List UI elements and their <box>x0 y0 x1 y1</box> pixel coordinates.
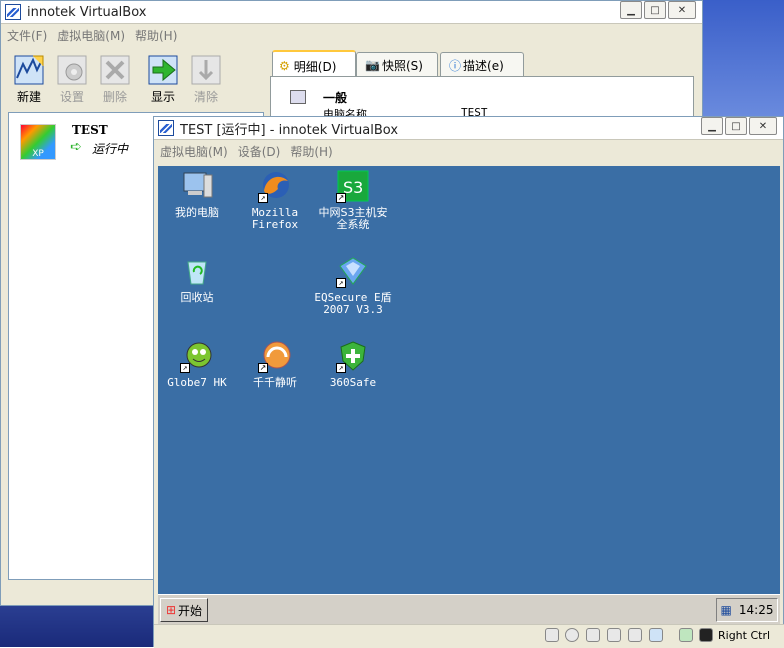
gear-icon: ⚙ <box>279 59 290 73</box>
desktop-icon-s3-security[interactable]: S3 ↗ 中网S3主机安 全系统 <box>313 169 393 231</box>
desktop-icon-firefox[interactable]: ↗ Mozilla Firefox <box>235 169 315 231</box>
toolbar-settings-button[interactable]: 设置 <box>52 54 92 105</box>
settings-gear-icon <box>56 54 88 86</box>
shortcut-arrow-icon: ↗ <box>180 363 190 373</box>
desktop-icon-label: 回收站 <box>180 291 214 304</box>
360safe-icon: ↗ <box>336 339 370 373</box>
toolbar-discard-button[interactable]: 清除 <box>186 54 226 105</box>
delete-icon <box>99 54 131 86</box>
info-bubble-icon: ⓘ <box>449 58 462 73</box>
desktop-icon-360safe[interactable]: ↗ 360Safe <box>313 339 393 389</box>
main-window-title: innotek VirtualBox <box>27 4 147 20</box>
toolbar-delete-button[interactable]: 删除 <box>95 54 135 105</box>
menu-help[interactable]: 帮助(H) <box>135 27 177 44</box>
os-badge-text: XP <box>32 149 44 159</box>
desktop-icon-label: 中网S3主机安 全系统 <box>318 206 388 231</box>
toolbar-show-button[interactable]: 显示 <box>143 54 183 105</box>
floppy-status-icon[interactable] <box>586 628 600 642</box>
start-button[interactable]: ⊞ 开始 <box>160 598 208 622</box>
desktop-icon-label: 360Safe <box>329 376 377 389</box>
toolbar-new-label: 新建 <box>16 90 41 104</box>
tab-description[interactable]: ⓘ 描述(e) <box>440 52 524 77</box>
tray-clock: 14:25 <box>738 603 774 617</box>
ttplayer-icon: ↗ <box>258 339 292 373</box>
discard-icon <box>190 54 222 86</box>
running-arrow-icon: ➪ <box>70 139 82 155</box>
windows-logo-icon: ⊞ <box>165 603 177 617</box>
host-key-arrow-icon[interactable] <box>699 628 713 642</box>
shortcut-arrow-icon: ↗ <box>336 363 346 373</box>
tab-snapshots-label: 快照(S) <box>381 58 423 73</box>
shortcut-arrow-icon: ↗ <box>258 193 268 203</box>
desktop-icon-globe7[interactable]: ↗ Globe7 HK <box>157 339 237 389</box>
toolbar-new-button[interactable]: 新建 <box>9 54 49 105</box>
menu-file[interactable]: 文件(F) <box>7 27 47 44</box>
toolbar-show-label: 显示 <box>150 90 175 104</box>
main-titlebar[interactable]: innotek VirtualBox ▁ □ ✕ <box>1 1 702 24</box>
maximize-button[interactable]: □ <box>644 1 666 19</box>
tab-description-label: 描述(e) <box>463 58 504 73</box>
usb-status-icon[interactable] <box>628 628 642 642</box>
guest-menubar: 虚拟电脑(M) 设备(D) 帮助(H) <box>154 140 783 162</box>
guest-titlebar[interactable]: TEST [运行中] - innotek VirtualBox ▁ □ ✕ <box>154 117 783 140</box>
shortcut-arrow-icon: ↗ <box>336 278 346 288</box>
eqsecure-icon: ↗ <box>336 254 370 288</box>
windows-xp-os-icon: XP <box>20 124 56 160</box>
desktop-icon-label: 千千静听 <box>253 376 297 389</box>
tab-details-label: 明细(D) <box>293 59 337 74</box>
desktop-icon-ttplayer[interactable]: ↗ 千千静听 <box>235 339 315 389</box>
guest-minimize-button[interactable]: ▁ <box>701 117 723 135</box>
mouse-integration-icon[interactable] <box>679 628 693 642</box>
firefox-icon: ↗ <box>258 169 292 203</box>
guest-close-button[interactable]: ✕ <box>749 117 777 135</box>
desktop-icon-label: 我的电脑 <box>175 206 219 219</box>
minimize-button[interactable]: ▁ <box>620 1 642 19</box>
show-arrow-icon <box>147 54 179 86</box>
shortcut-arrow-icon: ↗ <box>336 193 346 203</box>
svg-text:S3: S3 <box>343 178 363 197</box>
toolbar-delete-label: 删除 <box>102 90 127 104</box>
s3-security-icon: S3 ↗ <box>336 169 370 203</box>
recycle-bin-icon <box>180 254 214 288</box>
close-button[interactable]: ✕ <box>668 1 696 19</box>
computer-section-icon <box>290 90 306 104</box>
tab-snapshots[interactable]: 📷 快照(S) <box>356 52 438 77</box>
guest-maximize-button[interactable]: □ <box>725 117 747 135</box>
virtualbox-app-icon <box>158 120 174 136</box>
menu-vm[interactable]: 虚拟电脑(M) <box>57 27 125 44</box>
guest-window-title: TEST [运行中] - innotek VirtualBox <box>180 122 399 138</box>
desktop-icon-my-computer[interactable]: 我的电脑 <box>157 169 237 219</box>
desktop-icon-label: Globe7 HK <box>167 376 227 389</box>
harddisk-status-icon[interactable] <box>545 628 559 642</box>
desktop-icon-recycle-bin[interactable]: 回收站 <box>157 254 237 304</box>
guest-menu-devices[interactable]: 设备(D) <box>238 143 281 160</box>
my-computer-icon <box>180 169 214 203</box>
main-menubar: 文件(F) 虚拟电脑(M) 帮助(H) <box>1 24 702 46</box>
guest-taskbar <box>158 594 780 625</box>
new-vm-icon <box>13 54 45 86</box>
cdrom-status-icon[interactable] <box>565 628 579 642</box>
vm-list-item-name[interactable]: TEST <box>72 123 108 137</box>
guest-menu-vm[interactable]: 虚拟电脑(M) <box>160 143 228 160</box>
host-key-label: Right Ctrl <box>718 629 771 642</box>
vm-list-item-state: 运行中 <box>92 142 129 156</box>
desktop-icon-label: Mozilla Firefox <box>251 206 299 231</box>
start-button-label: 开始 <box>178 603 203 618</box>
toolbar-settings-label: 设置 <box>59 90 84 104</box>
network-status-icon[interactable] <box>607 628 621 642</box>
toolbar-discard-label: 清除 <box>193 90 218 104</box>
desktop-icon-label: EQSecure E盾 2007 V3.3 <box>314 291 392 316</box>
virtualbox-tray-icon[interactable]: ▦ <box>721 603 732 617</box>
system-tray: ▦ 14:25 <box>716 598 778 622</box>
shortcut-arrow-icon: ↗ <box>258 363 268 373</box>
shared-folder-status-icon[interactable] <box>649 628 663 642</box>
guest-menu-help[interactable]: 帮助(H) <box>290 143 332 160</box>
desktop-icon-eqsecure[interactable]: ↗ EQSecure E盾 2007 V3.3 <box>313 254 393 316</box>
camera-icon: 📷 <box>365 58 380 72</box>
globe7-icon: ↗ <box>180 339 214 373</box>
details-section-heading: 一般 <box>323 91 348 105</box>
virtualbox-app-icon <box>5 4 21 20</box>
